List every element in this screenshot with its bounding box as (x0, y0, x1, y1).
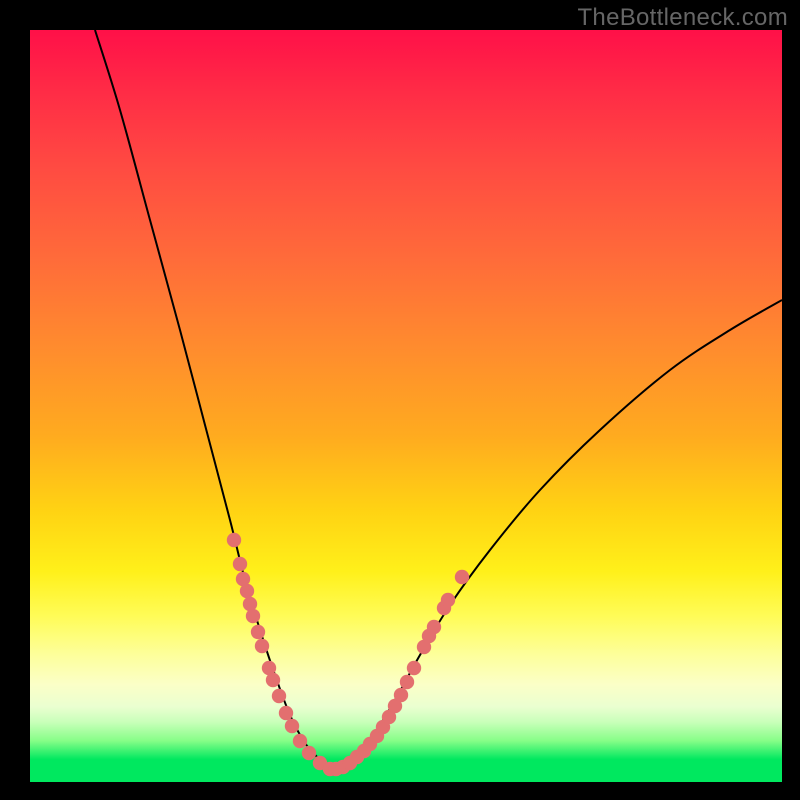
data-bead (266, 673, 280, 687)
data-bead (302, 746, 316, 760)
data-bead (285, 719, 299, 733)
data-bead (394, 688, 408, 702)
curve-overlay (30, 30, 782, 782)
data-bead (240, 584, 254, 598)
gradient-plot-area (30, 30, 782, 782)
data-bead (227, 533, 241, 547)
data-bead (400, 675, 414, 689)
data-bead (251, 625, 265, 639)
beads-left-group (227, 533, 337, 776)
curve-left-branch (95, 30, 330, 770)
data-bead (243, 597, 257, 611)
data-bead (293, 734, 307, 748)
watermark-text: TheBottleneck.com (577, 4, 788, 32)
chart-frame: TheBottleneck.com (0, 0, 800, 800)
data-bead (246, 609, 260, 623)
data-bead (407, 661, 421, 675)
data-bead (255, 639, 269, 653)
data-bead (279, 706, 293, 720)
data-bead (441, 593, 455, 607)
beads-right-group (329, 570, 469, 776)
data-bead (455, 570, 469, 584)
data-bead (427, 620, 441, 634)
data-bead (233, 557, 247, 571)
data-bead (272, 689, 286, 703)
